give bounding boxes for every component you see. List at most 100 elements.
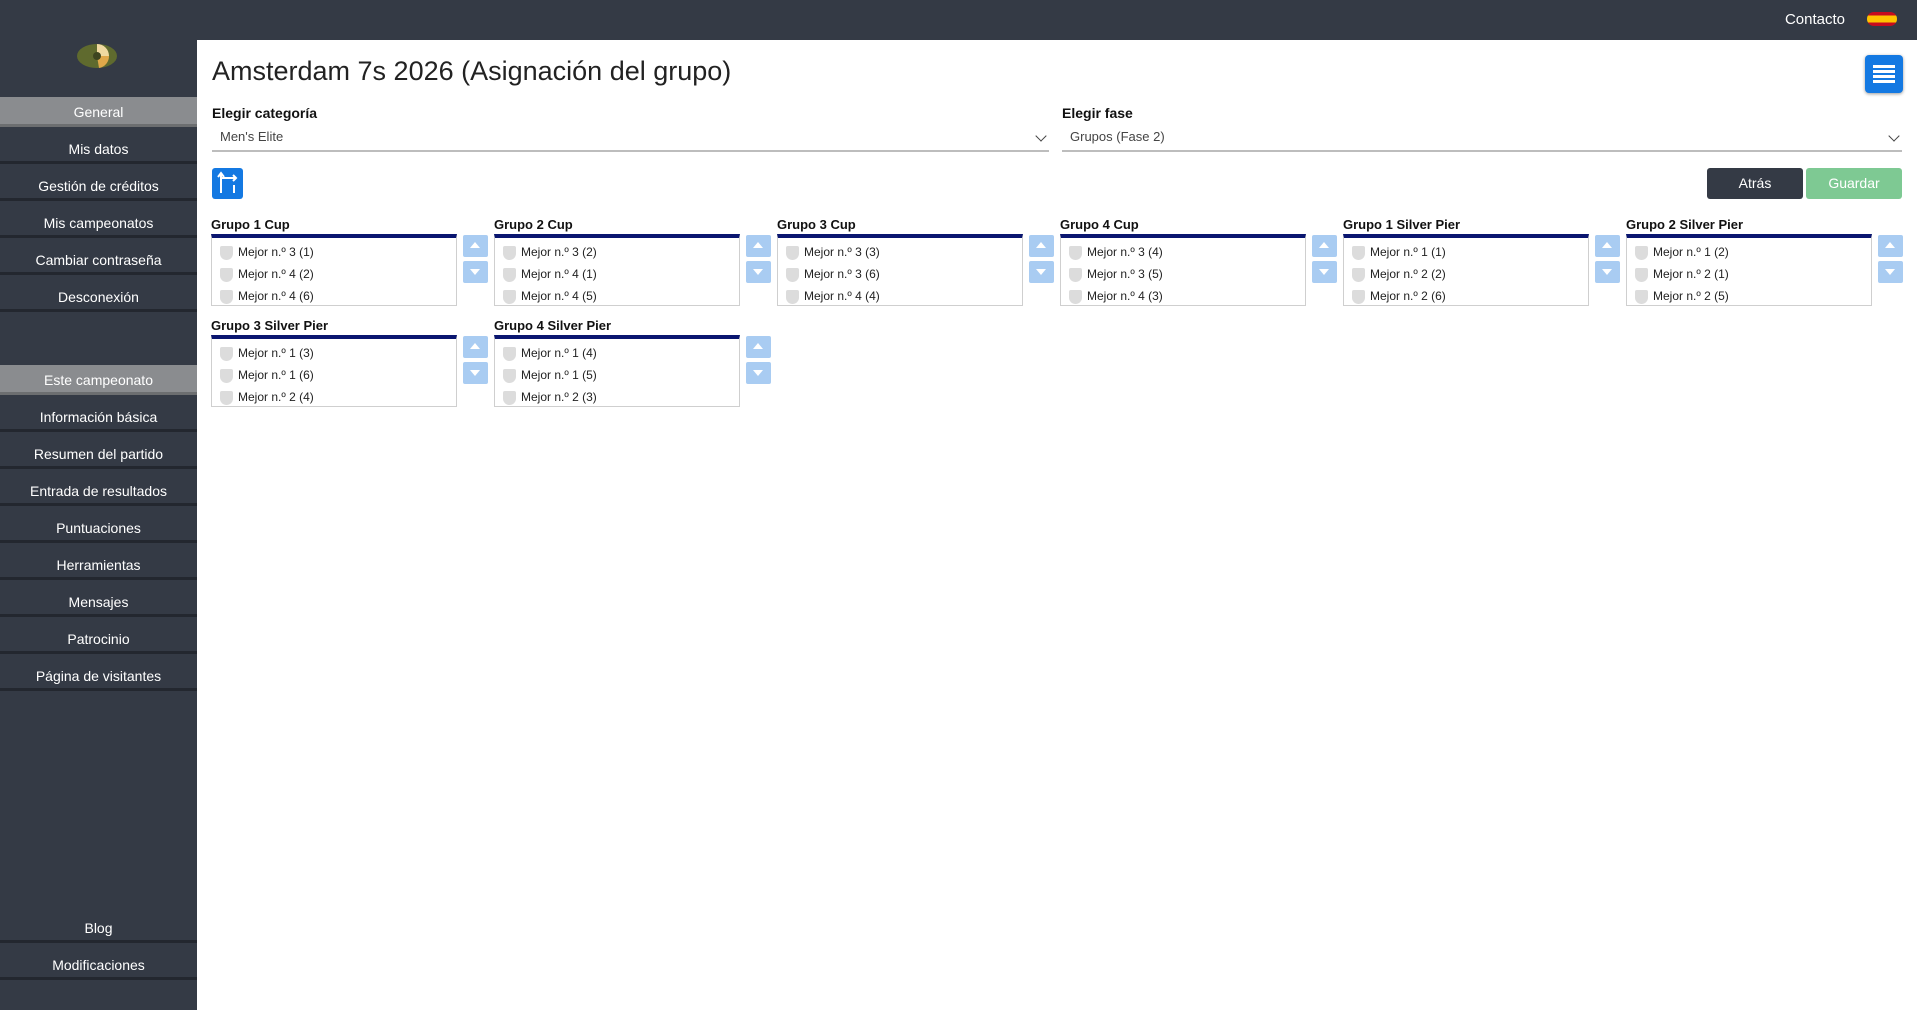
sidebar-item-pagina-visitantes[interactable]: Página de visitantes xyxy=(0,661,197,691)
sidebar-item-patrocinio[interactable]: Patrocinio xyxy=(0,624,197,654)
move-down-icon[interactable] xyxy=(1029,261,1054,283)
sidebar-item-cambiar-contrasena[interactable]: Cambiar contraseña xyxy=(0,245,197,275)
sidebar-item-desconexion[interactable]: Desconexión xyxy=(0,282,197,312)
move-down-icon[interactable] xyxy=(463,362,488,384)
team-item[interactable]: Mejor n.º 4 (1) xyxy=(495,263,739,285)
main-content: Amsterdam 7s 2026 (Asignación del grupo)… xyxy=(197,40,1917,1010)
shield-icon xyxy=(1635,290,1648,304)
shield-icon xyxy=(786,290,799,304)
team-label: Mejor n.º 4 (3) xyxy=(1087,289,1163,303)
team-label: Mejor n.º 3 (3) xyxy=(804,245,880,259)
move-up-icon[interactable] xyxy=(746,235,771,257)
sidebar-item-mensajes[interactable]: Mensajes xyxy=(0,587,197,617)
move-down-icon[interactable] xyxy=(1878,261,1903,283)
team-label: Mejor n.º 4 (5) xyxy=(521,289,597,303)
team-item[interactable]: Mejor n.º 4 (2) xyxy=(212,263,456,285)
team-label: Mejor n.º 4 (6) xyxy=(238,289,314,303)
team-label: Mejor n.º 2 (1) xyxy=(1653,267,1729,281)
contact-link[interactable]: Contacto xyxy=(1785,11,1845,28)
team-item[interactable]: Mejor n.º 4 (3) xyxy=(1061,285,1305,307)
team-item[interactable]: Mejor n.º 1 (1) xyxy=(1344,241,1588,263)
move-up-icon[interactable] xyxy=(463,336,488,358)
shield-icon xyxy=(1069,290,1082,304)
team-item[interactable]: Mejor n.º 2 (4) xyxy=(212,386,456,408)
group-name: Grupo 2 Cup xyxy=(494,217,573,232)
sidebar-item-blog[interactable]: Blog xyxy=(0,913,197,943)
move-down-icon[interactable] xyxy=(1595,261,1620,283)
team-item[interactable]: Mejor n.º 2 (6) xyxy=(1344,285,1588,307)
team-item[interactable]: Mejor n.º 1 (2) xyxy=(1627,241,1871,263)
phase-select[interactable]: Grupos (Fase 2) xyxy=(1062,126,1902,152)
group-team-list: Mejor n.º 1 (3) Mejor n.º 1 (6) Mejor n.º … xyxy=(211,335,457,407)
team-item[interactable]: Mejor n.º 3 (4) xyxy=(1061,241,1305,263)
group-panel: Grupo 2 Silver Pier Mejor n.º 1 (2) Mejor … xyxy=(1626,217,1916,307)
sidebar-item-gestion-creditos[interactable]: Gestión de créditos xyxy=(0,171,197,201)
move-up-icon[interactable] xyxy=(1878,235,1903,257)
group-panel: Grupo 3 Silver Pier Mejor n.º 1 (3) Mejor … xyxy=(211,318,501,408)
sidebar-section-general[interactable]: General xyxy=(0,97,197,127)
team-item[interactable]: Mejor n.º 4 (6) xyxy=(212,285,456,307)
shield-icon xyxy=(786,268,799,282)
move-up-icon[interactable] xyxy=(1029,235,1054,257)
team-item[interactable]: Mejor n.º 1 (5) xyxy=(495,364,739,386)
team-label: Mejor n.º 1 (3) xyxy=(238,346,314,360)
team-label: Mejor n.º 4 (2) xyxy=(238,267,314,281)
sidebar-item-resumen-partido[interactable]: Resumen del partido xyxy=(0,439,197,469)
sidebar-item-mis-campeonatos[interactable]: Mis campeonatos xyxy=(0,208,197,238)
team-item[interactable]: Mejor n.º 4 (4) xyxy=(778,285,1022,307)
back-button[interactable]: Atrás xyxy=(1707,168,1803,199)
swap-icon[interactable] xyxy=(212,168,243,199)
move-down-icon[interactable] xyxy=(1312,261,1337,283)
move-down-icon[interactable] xyxy=(463,261,488,283)
move-up-icon[interactable] xyxy=(746,336,771,358)
move-up-icon[interactable] xyxy=(1312,235,1337,257)
sidebar-item-modificaciones[interactable]: Modificaciones xyxy=(0,950,197,980)
phase-label: Elegir fase xyxy=(1062,105,1133,121)
chevron-down-icon xyxy=(1888,130,1900,142)
shield-icon xyxy=(1069,246,1082,260)
team-label: Mejor n.º 2 (5) xyxy=(1653,289,1729,303)
move-up-icon[interactable] xyxy=(1595,235,1620,257)
team-label: Mejor n.º 1 (4) xyxy=(521,346,597,360)
logo-icon[interactable] xyxy=(75,40,121,80)
team-item[interactable]: Mejor n.º 2 (3) xyxy=(495,386,739,408)
top-bar: Contacto xyxy=(0,0,1917,40)
shield-icon xyxy=(1352,246,1365,260)
menu-icon[interactable] xyxy=(1865,55,1903,93)
group-panel: Grupo 1 Cup Mejor n.º 3 (1) Mejor n.º 4 (2… xyxy=(211,217,501,307)
team-item[interactable]: Mejor n.º 2 (2) xyxy=(1344,263,1588,285)
chevron-down-icon xyxy=(1035,130,1047,142)
shield-icon xyxy=(503,246,516,260)
team-item[interactable]: Mejor n.º 3 (3) xyxy=(778,241,1022,263)
group-panel: Grupo 2 Cup Mejor n.º 3 (2) Mejor n.º 4 (1… xyxy=(494,217,784,307)
sidebar-item-puntuaciones[interactable]: Puntuaciones xyxy=(0,513,197,543)
team-item[interactable]: Mejor n.º 3 (6) xyxy=(778,263,1022,285)
team-item[interactable]: Mejor n.º 2 (5) xyxy=(1627,285,1871,307)
category-select-value: Men's Elite xyxy=(220,129,284,144)
sidebar-item-herramientas[interactable]: Herramientas xyxy=(0,550,197,580)
category-select[interactable]: Men's Elite xyxy=(212,126,1049,152)
sidebar-item-entrada-resultados[interactable]: Entrada de resultados xyxy=(0,476,197,506)
sidebar-item-informacion-basica[interactable]: Información básica xyxy=(0,402,197,432)
category-label: Elegir categoría xyxy=(212,105,318,121)
team-item[interactable]: Mejor n.º 1 (4) xyxy=(495,342,739,364)
team-item[interactable]: Mejor n.º 3 (5) xyxy=(1061,263,1305,285)
team-item[interactable]: Mejor n.º 4 (5) xyxy=(495,285,739,307)
team-item[interactable]: Mejor n.º 3 (2) xyxy=(495,241,739,263)
team-item[interactable]: Mejor n.º 1 (3) xyxy=(212,342,456,364)
shield-icon xyxy=(503,290,516,304)
team-label: Mejor n.º 2 (2) xyxy=(1370,267,1446,281)
team-item[interactable]: Mejor n.º 1 (6) xyxy=(212,364,456,386)
sidebar-section-este-campeonato[interactable]: Este campeonato xyxy=(0,365,197,395)
move-down-icon[interactable] xyxy=(746,261,771,283)
team-item[interactable]: Mejor n.º 2 (1) xyxy=(1627,263,1871,285)
move-up-icon[interactable] xyxy=(463,235,488,257)
team-label: Mejor n.º 1 (1) xyxy=(1370,245,1446,259)
group-team-list: Mejor n.º 1 (1) Mejor n.º 2 (2) Mejor n.º … xyxy=(1343,234,1589,306)
team-item[interactable]: Mejor n.º 3 (1) xyxy=(212,241,456,263)
move-down-icon[interactable] xyxy=(746,362,771,384)
sidebar-item-mis-datos[interactable]: Mis datos xyxy=(0,134,197,164)
spain-flag-icon[interactable] xyxy=(1867,12,1897,26)
save-button[interactable]: Guardar xyxy=(1806,168,1902,199)
group-name: Grupo 4 Silver Pier xyxy=(494,318,612,333)
